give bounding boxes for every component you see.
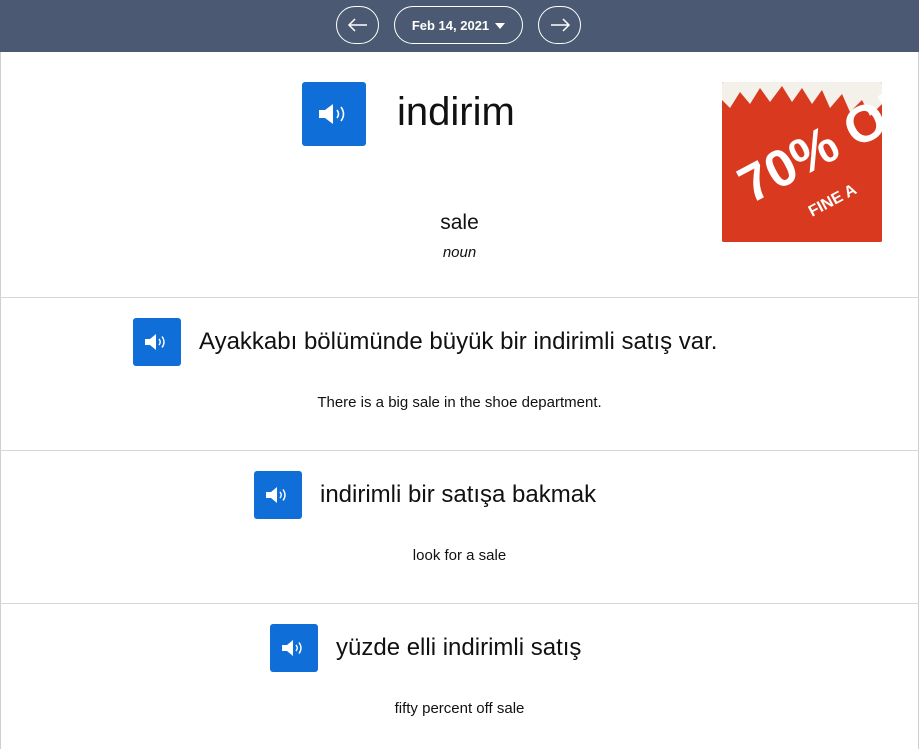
- example-sentence: yüzde elli indirimli satış: [336, 634, 582, 661]
- example-translation: There is a big sale in the shoe departme…: [317, 394, 602, 411]
- word-term: indirim: [397, 90, 515, 134]
- word-card: indirim sale noun 70% OFF FINE A: [0, 52, 919, 298]
- example-audio-button[interactable]: [133, 318, 181, 366]
- example-card: Ayakkabı bölümünde büyük bir indirimli s…: [0, 298, 919, 451]
- speaker-icon: [145, 334, 165, 350]
- arrow-left-icon: [347, 18, 367, 32]
- word-audio-button[interactable]: [302, 82, 366, 146]
- date-navigation-bar: Feb 14, 2021: [0, 0, 919, 52]
- example-card: indirimli bir satışa bakmak look for a s…: [0, 451, 919, 604]
- example-card: yüzde elli indirimli satış fifty percent…: [0, 604, 919, 749]
- speaker-icon: [282, 640, 302, 656]
- speaker-icon: [266, 487, 286, 503]
- speaker-icon: [319, 104, 345, 124]
- example-audio-button[interactable]: [270, 624, 318, 672]
- word-illustration-image: 70% OFF FINE A: [722, 82, 882, 242]
- example-translation: look for a sale: [412, 547, 507, 564]
- part-of-speech: noun: [442, 244, 477, 261]
- previous-day-button[interactable]: [336, 6, 379, 44]
- next-day-button[interactable]: [538, 6, 581, 44]
- date-label: Feb 14, 2021: [411, 17, 490, 33]
- date-selector[interactable]: Feb 14, 2021: [394, 6, 523, 44]
- chevron-down-icon: [495, 23, 506, 29]
- arrow-right-icon: [550, 18, 570, 32]
- example-sentence: Ayakkabı bölümünde büyük bir indirimli s…: [199, 328, 718, 355]
- example-audio-button[interactable]: [254, 471, 302, 519]
- example-sentence: indirimli bir satışa bakmak: [320, 481, 597, 508]
- example-translation: fifty percent off sale: [394, 700, 525, 717]
